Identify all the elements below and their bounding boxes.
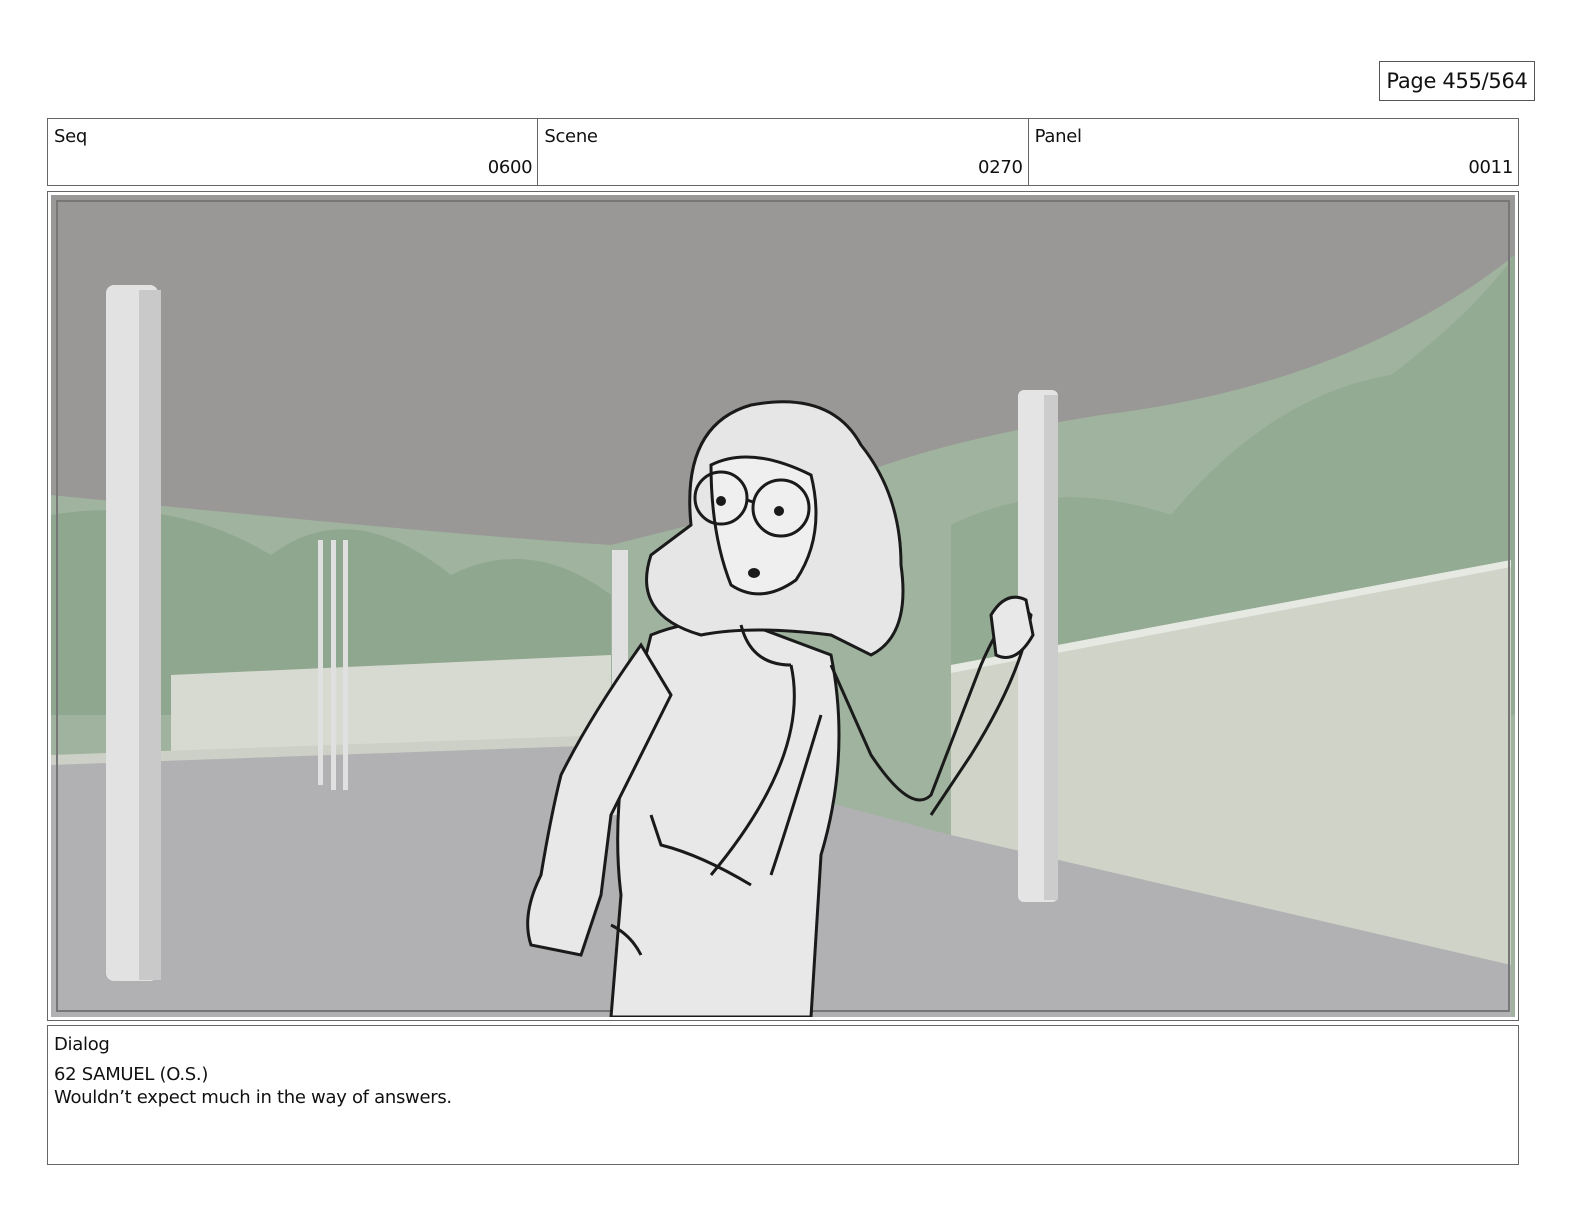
panel-cell: Panel 0011 [1029, 119, 1518, 185]
dialog-label: Dialog [54, 1034, 110, 1055]
scene-value: 0270 [978, 157, 1023, 178]
dialog-box: Dialog 62 SAMUEL (O.S.) Wouldn’t expect … [47, 1025, 1519, 1165]
scene-label: Scene [544, 126, 598, 147]
dialog-character: 62 SAMUEL (O.S.) [54, 1064, 209, 1085]
storyboard-sketch-image [51, 195, 1515, 1017]
seq-value: 0600 [487, 157, 533, 178]
panel-label: Panel [1034, 126, 1082, 147]
storyboard-frame [47, 191, 1519, 1021]
header-row: Seq 0600 Scene 0270 Panel 0011 [47, 118, 1519, 186]
panel-value: 0011 [1468, 157, 1513, 178]
dialog-line: Wouldn’t expect much in the way of answe… [54, 1087, 452, 1108]
seq-cell: Seq 0600 [48, 119, 539, 185]
dialog-text: 62 SAMUEL (O.S.) Wouldn’t expect much in… [54, 1063, 452, 1109]
seq-label: Seq [54, 126, 88, 147]
page-number: Page 455/564 [1379, 61, 1535, 101]
scene-cell: Scene 0270 [538, 119, 1029, 185]
